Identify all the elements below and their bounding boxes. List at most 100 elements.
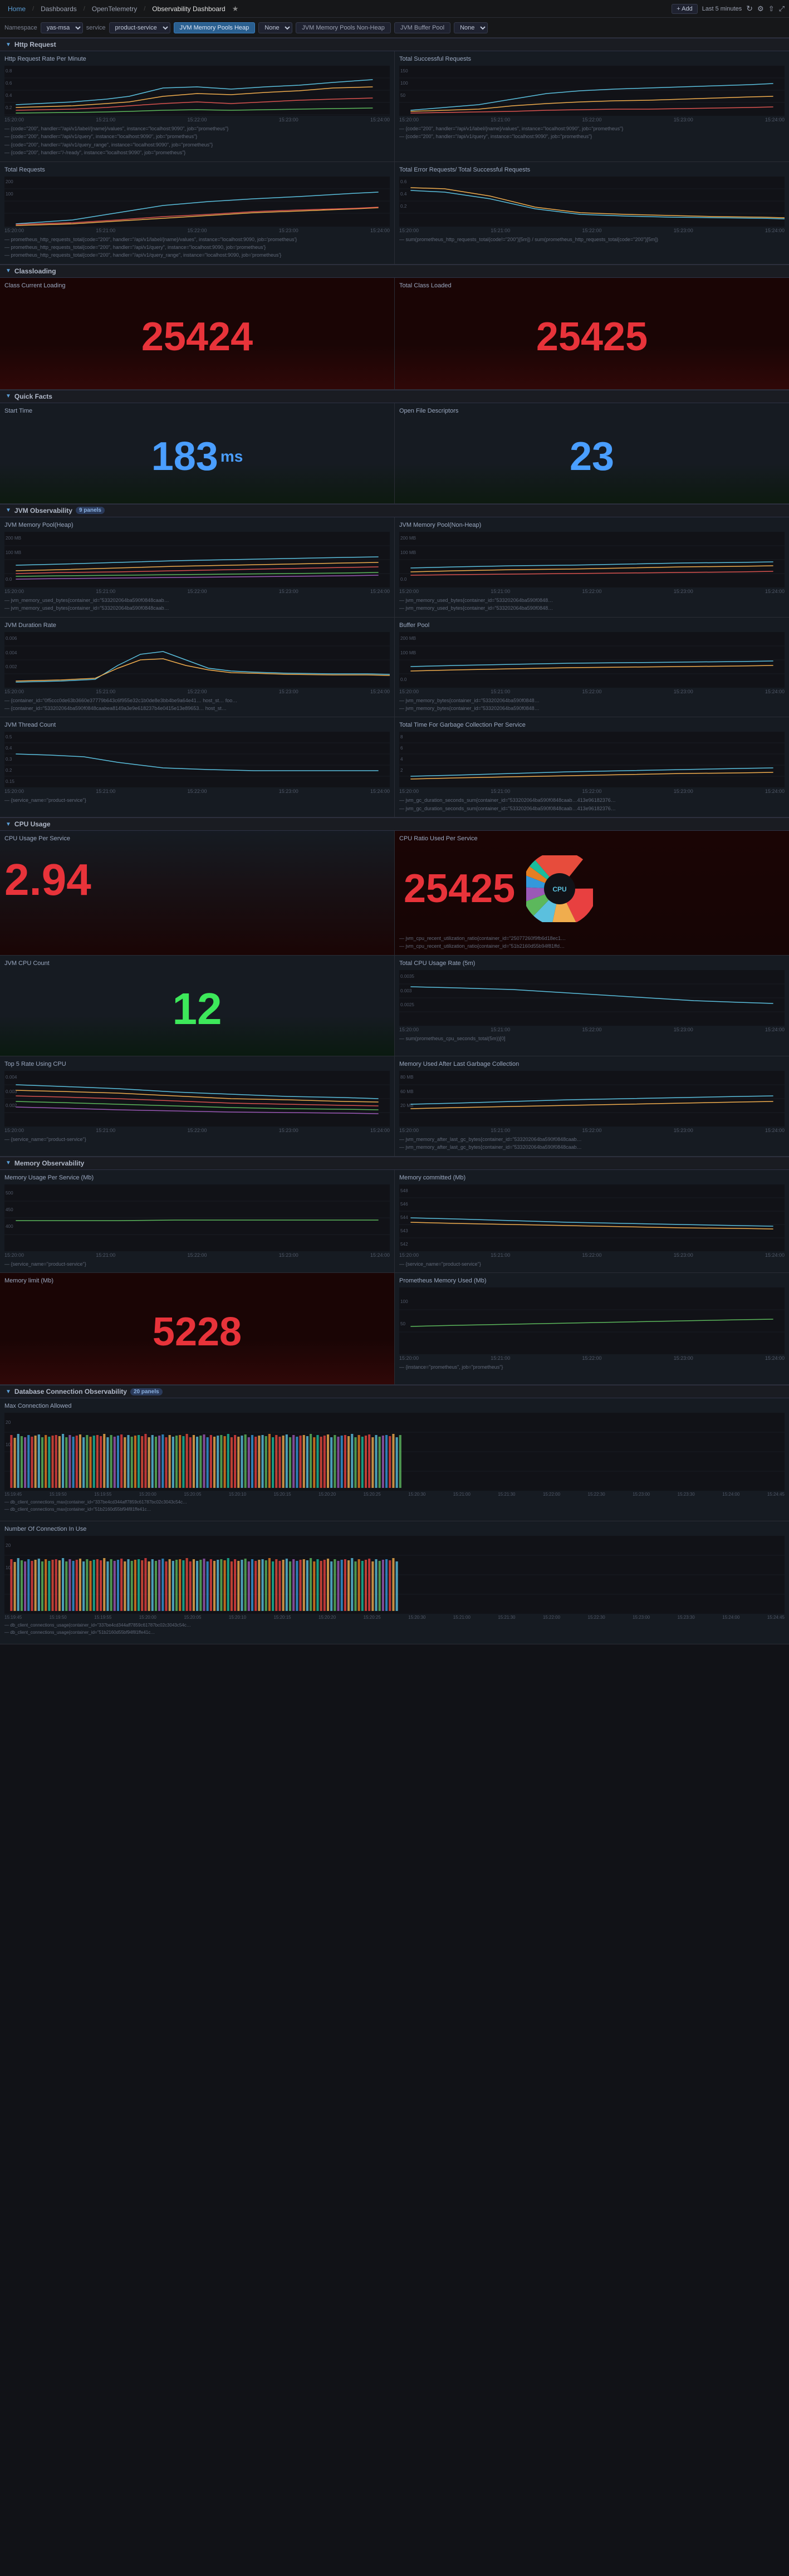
cpu-pie-chart: CPU <box>526 850 593 928</box>
memory-usage-chart: 500 450 400 <box>4 1184 390 1251</box>
svg-text:10: 10 <box>6 1565 11 1570</box>
share-icon[interactable]: ⇧ <box>768 4 775 13</box>
home-link[interactable]: Home <box>4 4 29 14</box>
memory-committed-legend: — {service_name="product-service"} <box>399 1260 785 1268</box>
none1-select[interactable]: None <box>258 22 292 33</box>
jvm-nonheap-legend: — jvm_memory_used_bytes{container_id="53… <box>399 596 785 613</box>
expand-icon[interactable]: ⤢ <box>779 4 785 13</box>
max-conn-chart: 20 10 <box>4 1413 785 1491</box>
observability-link[interactable]: Observability Dashboard <box>149 4 228 14</box>
last-time-label: Last 5 minutes <box>702 6 742 12</box>
panel-cpu-ratio: CPU Ratio Used Per Service 25425 CPU <box>395 831 789 955</box>
svg-text:0.0: 0.0 <box>400 577 407 582</box>
section-cpu: ▼ CPU Usage <box>0 817 789 831</box>
svg-text:60 MB: 60 MB <box>400 1089 414 1094</box>
section-title-jvm: JVM Observability <box>14 507 72 515</box>
starred-icon[interactable]: ★ <box>232 4 239 13</box>
cpu-ratio-title: CPU Ratio Used Per Service <box>399 835 785 842</box>
cpu-ratio-legend: — jvm_cpu_recent_utilization_ratio{conta… <box>399 934 785 951</box>
svg-text:100: 100 <box>6 192 13 197</box>
quick-facts-row: Start Time 183 ms Open File Descriptors … <box>0 403 789 504</box>
jvm-thread-legend: — {service_name="product-service"} <box>4 796 390 804</box>
num-conn-title: Number Of Connection In Use <box>4 1526 785 1532</box>
collapse-cpu-icon[interactable]: ▼ <box>6 821 11 827</box>
jvm-row-1: JVM Memory Pool(Heap) 200 MB 100 MB 0.0 … <box>0 517 789 618</box>
panel-mem-last-gc: Memory Used After Last Garbage Collectio… <box>395 1056 789 1156</box>
svg-text:0.0035: 0.0035 <box>400 974 414 979</box>
cpu-usage-display: 2.94 <box>4 845 390 914</box>
namespace-select[interactable]: yas-msa <box>41 22 83 33</box>
total-loaded-display: 25425 <box>399 292 785 381</box>
panel-memory-limit: Memory limit (Mb) 5228 <box>0 1273 395 1384</box>
add-button[interactable]: + Add <box>672 4 697 14</box>
panel-memory-usage: Memory Usage Per Service (Mb) 500 450 40… <box>0 1170 395 1272</box>
http-row-1: Http Request Rate Per Minute 0.8 0.6 0.4… <box>0 51 789 162</box>
svg-text:200 MB: 200 MB <box>6 536 21 541</box>
svg-text:543: 543 <box>400 1228 408 1233</box>
gc-time-time: 15:20:00 15:21:00 15:22:00 15:23:00 15:2… <box>399 789 785 794</box>
collapse-jvm-icon[interactable]: ▼ <box>6 507 11 513</box>
svg-text:0.003: 0.003 <box>400 988 412 993</box>
open-fd-title: Open File Descriptors <box>399 408 785 414</box>
refresh-icon[interactable]: ↻ <box>746 4 753 13</box>
opentelemetry-link[interactable]: OpenTelemetry <box>89 4 140 14</box>
gc-time-title: Total Time For Garbage Collection Per Se… <box>399 722 785 728</box>
section-title-db: Database Connection Observability <box>14 1388 127 1395</box>
memory-row-2: Memory limit (Mb) 5228 Prometheus Memory… <box>0 1273 789 1385</box>
total-loaded-title: Total Class Loaded <box>399 282 785 289</box>
top5-cpu-chart: 0.004 0.003 0.002 <box>4 1071 390 1127</box>
jvm-heap-time: 15:20:00 15:21:00 15:22:00 15:23:00 15:2… <box>4 589 390 594</box>
svg-text:2: 2 <box>400 768 403 773</box>
db-row-2: Number Of Connection In Use 20 10 <box>0 1521 789 1644</box>
svg-text:0.2: 0.2 <box>6 105 12 110</box>
current-loading-title: Class Current Loading <box>4 282 390 289</box>
svg-text:0.0: 0.0 <box>400 677 407 682</box>
svg-text:100 MB: 100 MB <box>6 550 21 555</box>
tab-buffer-pool[interactable]: JVM Buffer Pool <box>394 22 450 33</box>
memory-usage-time: 15:20:00 15:21:00 15:22:00 15:23:00 15:2… <box>4 1252 390 1258</box>
section-classloading: ▼ Classloading <box>0 265 789 278</box>
start-time-value: 183 <box>151 434 218 479</box>
total-cpu-rate-chart: 0.0035 0.003 0.0025 <box>399 970 785 1026</box>
error-requests-title: Total Error Requests/ Total Successful R… <box>399 166 785 173</box>
panel-prometheus-memory: Prometheus Memory Used (Mb) 100 50 15:20… <box>395 1273 789 1384</box>
svg-text:100 MB: 100 MB <box>400 550 416 555</box>
service-select[interactable]: product-service <box>109 22 170 33</box>
svg-text:20: 20 <box>6 1543 11 1548</box>
tab-jvm-nonheap[interactable]: JVM Memory Pools Non-Heap <box>296 22 391 33</box>
cpu-row-2: JVM CPU Count 12 Total CPU Usage Rate (5… <box>0 956 789 1056</box>
tab-jvm-heap[interactable]: JVM Memory Pools Heap <box>174 22 256 33</box>
svg-text:8: 8 <box>400 734 403 740</box>
svg-text:0.2: 0.2 <box>6 768 12 773</box>
toolbar: Namespace yas-msa service product-servic… <box>0 18 789 38</box>
memory-usage-title: Memory Usage Per Service (Mb) <box>4 1174 390 1181</box>
collapse-classloading-icon[interactable]: ▼ <box>6 268 11 274</box>
db-panel-count: 20 panels <box>130 1388 163 1395</box>
dashboards-link[interactable]: Dashboards <box>37 4 80 14</box>
svg-text:200 MB: 200 MB <box>400 636 416 641</box>
nav-sep-2: / <box>84 6 85 12</box>
collapse-quick-icon[interactable]: ▼ <box>6 393 11 399</box>
none2-select[interactable]: None <box>454 22 488 33</box>
cpu-usage-value: 2.94 <box>4 854 91 905</box>
error-requests-time-axis: 15:20:00 15:21:00 15:22:00 15:23:00 15:2… <box>399 228 785 233</box>
jvm-heap-chart: 200 MB 100 MB 0.0 <box>4 532 390 587</box>
settings-icon[interactable]: ⚙ <box>757 4 764 13</box>
section-title-http: Http Request <box>14 41 56 48</box>
namespace-label: Namespace <box>4 25 37 31</box>
svg-text:546: 546 <box>400 1202 408 1207</box>
db-row-1: Max Connection Allowed 20 10 <box>0 1398 789 1521</box>
svg-text:10: 10 <box>6 1442 11 1447</box>
panel-current-loading: Class Current Loading 25424 <box>0 278 395 389</box>
svg-text:0.4: 0.4 <box>6 746 12 751</box>
collapse-memory-icon[interactable]: ▼ <box>6 1160 11 1166</box>
collapse-icon[interactable]: ▼ <box>6 42 11 48</box>
panel-total-loaded: Total Class Loaded 25425 <box>395 278 789 389</box>
panel-num-connection: Number Of Connection In Use 20 10 <box>0 1521 789 1644</box>
collapse-db-icon[interactable]: ▼ <box>6 1389 11 1395</box>
svg-text:CPU: CPU <box>553 885 567 893</box>
jvm-thread-time: 15:20:00 15:21:00 15:22:00 15:23:00 15:2… <box>4 789 390 794</box>
panel-open-fd: Open File Descriptors 23 <box>395 403 789 503</box>
section-title-memory: Memory Observability <box>14 1159 84 1167</box>
total-cpu-rate-time: 15:20:00 15:21:00 15:22:00 15:23:00 15:2… <box>399 1027 785 1032</box>
